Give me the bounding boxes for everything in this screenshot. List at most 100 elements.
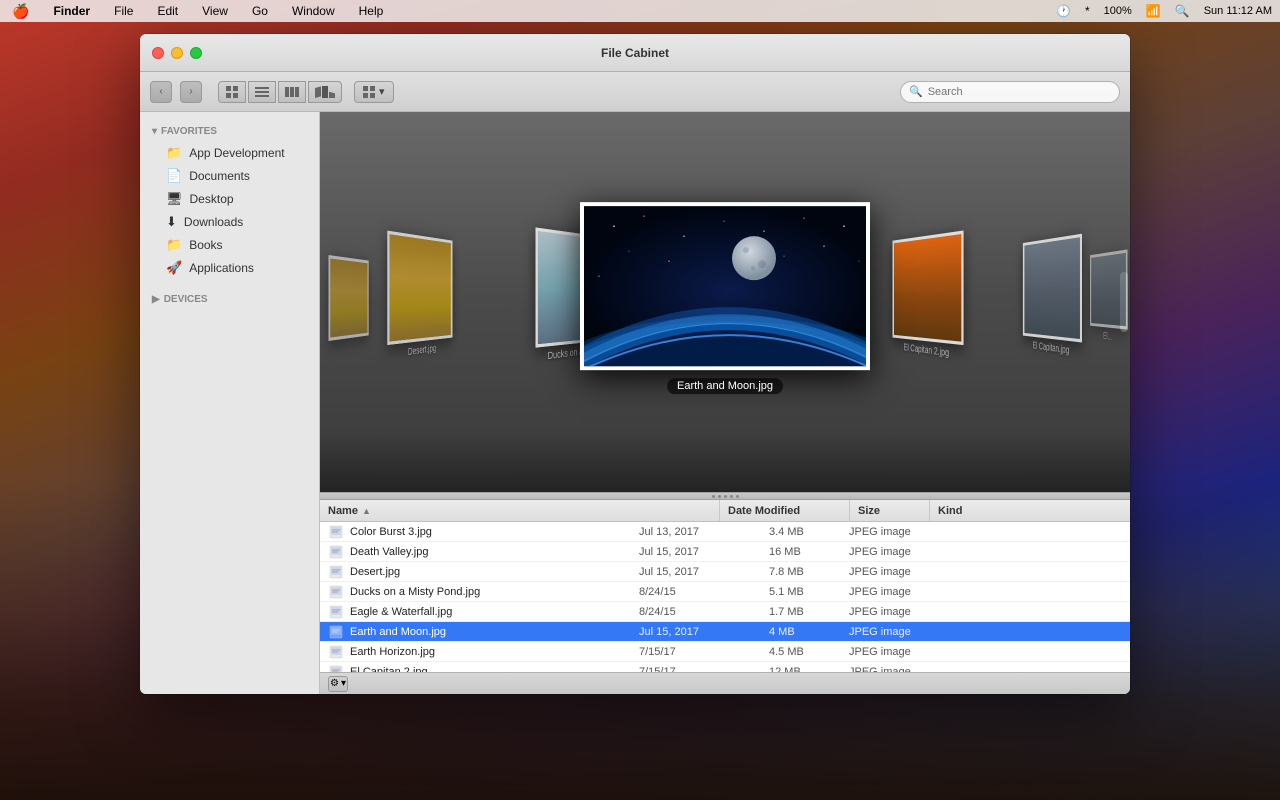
search-icon: 🔍 [909, 85, 923, 98]
bluetooth-icon[interactable]: * [1085, 4, 1090, 18]
devices-header[interactable]: ▶ Devices [140, 288, 319, 309]
apple-menu[interactable]: 🍎 [8, 3, 33, 20]
clock: Sun 11:12 AM [1204, 5, 1272, 17]
menu-go[interactable]: Go [248, 4, 272, 18]
menu-help[interactable]: Help [355, 4, 388, 18]
favorites-chevron: ▾ [152, 126, 157, 137]
document-icon: 📄 [166, 168, 182, 184]
column-header-kind[interactable]: Kind [930, 500, 1130, 521]
file-kind: JPEG image [841, 586, 1130, 598]
file-date: Jul 13, 2017 [631, 526, 761, 538]
file-name: Color Burst 3.jpg [350, 526, 631, 538]
file-kind: JPEG image [841, 566, 1130, 578]
file-row-2[interactable]: Desert.jpg Jul 15, 2017 7.8 MB JPEG imag… [320, 562, 1130, 582]
applications-icon: 🚀 [166, 260, 182, 276]
file-row-0[interactable]: Color Burst 3.jpg Jul 13, 2017 3.4 MB JP… [320, 522, 1130, 542]
list-view-button[interactable] [248, 81, 276, 103]
file-date: 7/15/17 [631, 646, 761, 658]
file-kind: JPEG image [841, 646, 1130, 658]
file-date: 8/24/15 [631, 606, 761, 618]
gear-arrow-icon: ▾ [341, 678, 346, 689]
icon-view-button[interactable] [218, 81, 246, 103]
file-row-3[interactable]: Ducks on a Misty Pond.jpg 8/24/15 5.1 MB… [320, 582, 1130, 602]
file-kind: JPEG image [841, 626, 1130, 638]
cf-item-earth-moon[interactable]: Earth and Moon.jpg [580, 202, 870, 394]
arrange-button[interactable]: ▾ [354, 81, 394, 103]
file-row-5[interactable]: Earth and Moon.jpg Jul 15, 2017 4 MB JPE… [320, 622, 1130, 642]
file-type-icon [328, 604, 344, 620]
column-header-name[interactable]: Name ▲ [320, 500, 720, 521]
file-size: 7.8 MB [761, 566, 841, 578]
menu-finder[interactable]: Finder [49, 4, 94, 18]
books-folder-icon: 📁 [166, 237, 182, 253]
file-size: 4 MB [761, 626, 841, 638]
file-row-7[interactable]: El Capitan 2.jpg 7/15/17 12 MB JPEG imag… [320, 662, 1130, 672]
coverflow-track: Desert.jpg Ducks on a Misty... Eagle & W… [320, 112, 1130, 492]
coverflow-divider[interactable] [320, 492, 1130, 500]
downloads-icon: ⬇ [166, 214, 177, 230]
cf-item-far-left[interactable] [329, 255, 369, 341]
timemachine-icon[interactable]: 🕐 [1056, 4, 1071, 18]
search-box: 🔍 [900, 81, 1120, 103]
maximize-button[interactable] [190, 47, 202, 59]
column-header-date[interactable]: Date Modified [720, 500, 850, 521]
cf-item-el-capitan2[interactable]: El Capitan 2.jpg [892, 230, 963, 361]
menu-file[interactable]: File [110, 4, 137, 18]
file-row-6[interactable]: Earth Horizon.jpg 7/15/17 4.5 MB JPEG im… [320, 642, 1130, 662]
column-view-button[interactable] [278, 81, 306, 103]
menu-window[interactable]: Window [288, 4, 339, 18]
desktop-icon: 🖥 [166, 191, 183, 207]
finder-window: File Cabinet ‹ › ▾ 🔍 [140, 34, 1130, 694]
menubar: 🍎 Finder File Edit View Go Window Help 🕐… [0, 0, 1280, 22]
favorites-header[interactable]: ▾ Favorites [140, 120, 319, 141]
sidebar-item-app-development[interactable]: 📁 App Development [144, 142, 315, 164]
arrange-arrow: ▾ [379, 85, 385, 98]
file-type-icon [328, 624, 344, 640]
search-input[interactable] [928, 86, 1111, 98]
sidebar-item-desktop[interactable]: 🖥 Desktop [144, 188, 315, 210]
file-row-1[interactable]: Death Valley.jpg Jul 15, 2017 16 MB JPEG… [320, 542, 1130, 562]
file-type-icon [328, 564, 344, 580]
back-button[interactable]: ‹ [150, 81, 172, 103]
cf-item-desert[interactable]: Desert.jpg [387, 231, 452, 362]
main-content: ▾ Favorites 📁 App Development 📄 Document… [140, 112, 1130, 694]
coverflow-view-button[interactable] [308, 81, 342, 103]
battery-status: 100% [1104, 5, 1132, 17]
menu-view[interactable]: View [198, 4, 232, 18]
column-header-size[interactable]: Size [850, 500, 930, 521]
action-menu-button[interactable]: ⚙ ▾ [328, 676, 348, 692]
close-button[interactable] [152, 47, 164, 59]
forward-button[interactable]: › [180, 81, 202, 103]
file-size: 16 MB [761, 546, 841, 558]
file-type-icon [328, 544, 344, 560]
file-name: Ducks on a Misty Pond.jpg [350, 586, 631, 598]
file-kind: JPEG image [841, 546, 1130, 558]
file-date: Jul 15, 2017 [631, 626, 761, 638]
wifi-icon[interactable]: 📶 [1146, 4, 1161, 18]
sidebar-item-books[interactable]: 📁 Books [144, 234, 315, 256]
file-list-header: Name ▲ Date Modified Size Kind [320, 500, 1130, 522]
sidebar-item-downloads[interactable]: ⬇ Downloads [144, 211, 315, 233]
file-name: Eagle & Waterfall.jpg [350, 606, 631, 618]
traffic-lights [152, 47, 202, 59]
file-date: Jul 15, 2017 [631, 546, 761, 558]
view-buttons [218, 81, 342, 103]
file-type-icon [328, 644, 344, 660]
file-name: Earth and Moon.jpg [350, 626, 631, 638]
sidebar-item-applications[interactable]: 🚀 Applications [144, 257, 315, 279]
spotlight-icon[interactable]: 🔍 [1175, 4, 1190, 18]
sidebar-item-documents[interactable]: 📄 Documents [144, 165, 315, 187]
file-date: Jul 15, 2017 [631, 566, 761, 578]
cf-item-far-right[interactable]: El... [1090, 249, 1128, 345]
bottom-bar: ⚙ ▾ [320, 672, 1130, 694]
file-row-4[interactable]: Eagle & Waterfall.jpg 8/24/15 1.7 MB JPE… [320, 602, 1130, 622]
file-size: 5.1 MB [761, 586, 841, 598]
file-type-icon [328, 664, 344, 673]
divider-handle [705, 494, 745, 498]
menu-edit[interactable]: Edit [153, 4, 182, 18]
file-list-container[interactable]: Name ▲ Date Modified Size Kind [320, 500, 1130, 672]
minimize-button[interactable] [171, 47, 183, 59]
devices-chevron: ▶ [152, 294, 160, 305]
cf-item-el-capitan[interactable]: El Capitan.jpg [1023, 234, 1082, 359]
cover-flow[interactable]: Desert.jpg Ducks on a Misty... Eagle & W… [320, 112, 1130, 492]
